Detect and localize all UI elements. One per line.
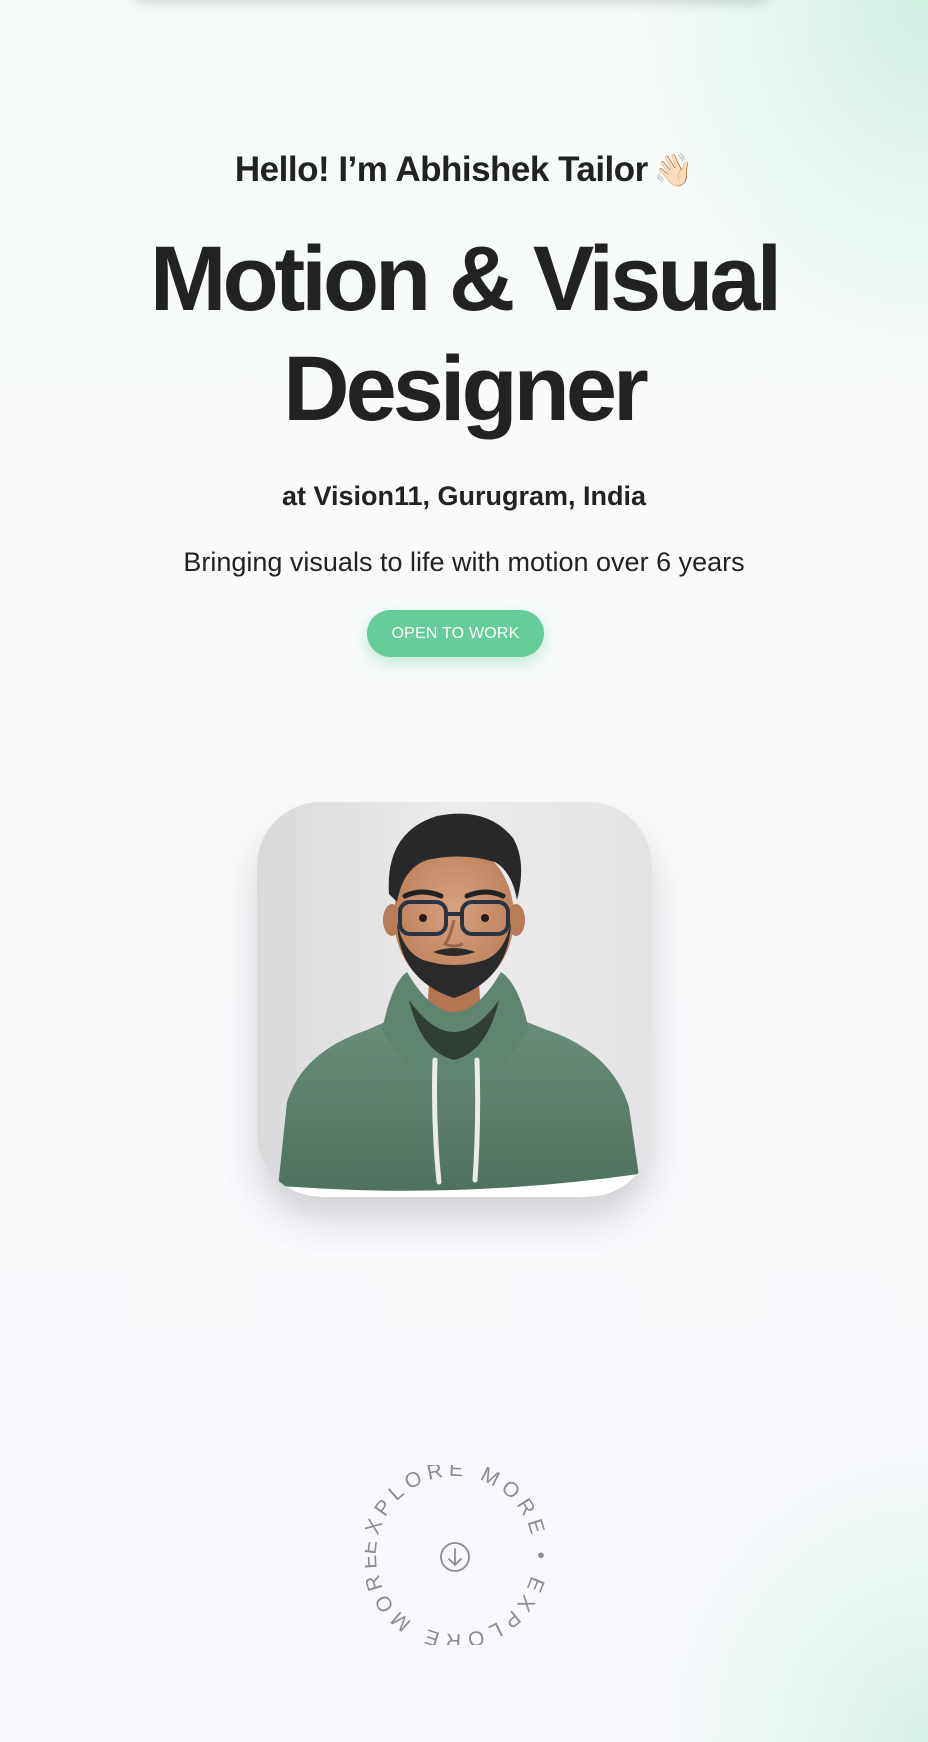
explore-more-button[interactable]: EXPLORE MORE • EXPLORE MORE • [365, 1465, 545, 1645]
explore-more-badge: EXPLORE MORE • EXPLORE MORE • [365, 1465, 545, 1645]
greeting-text: Hello! I’m Abhishek Tailor 👋🏻 [0, 146, 928, 194]
tagline: Bringing visuals to life with motion ove… [183, 547, 745, 577]
waving-hand-icon: 👋🏻 [653, 152, 694, 188]
portrait-illustration [257, 802, 652, 1197]
portrait-photo [257, 802, 652, 1197]
company-location: at Vision11, Gurugram, India [281, 481, 647, 511]
headline-line-2: Designer [283, 338, 649, 440]
greeting-label: Hello! I’m Abhishek Tailor [234, 150, 648, 189]
arrow-down-circle-icon [440, 1542, 470, 1572]
page-title: Motion & Visual Designer [0, 224, 928, 444]
headline-line-1: Motion & Visual [149, 228, 782, 330]
open-to-work-button[interactable]: OPEN TO WORK [367, 610, 544, 657]
